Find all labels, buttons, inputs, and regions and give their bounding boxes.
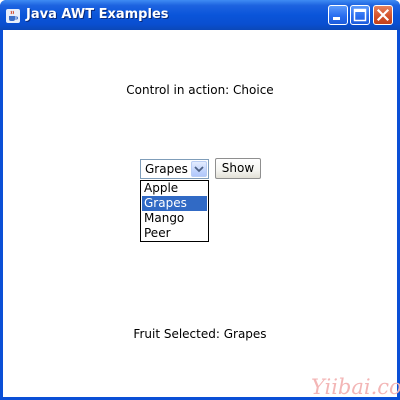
title-bar[interactable]: Java AWT Examples <box>0 0 400 30</box>
java-cup-icon[interactable] <box>6 8 20 23</box>
chevron-down-icon <box>194 166 204 173</box>
choice-selected-value: Grapes <box>145 162 188 176</box>
choice-option-apple[interactable]: Apple <box>142 181 207 196</box>
choice-dropdown-button[interactable] <box>191 161 207 177</box>
status-label: Fruit Selected: Grapes <box>133 327 267 341</box>
maximize-icon <box>353 8 367 22</box>
watermark: Yiibai.com <box>311 375 400 399</box>
client-area: Control in action: Choice Grapes Show Ap… <box>3 30 400 399</box>
fruit-choice[interactable]: Grapes <box>140 159 209 179</box>
header-label: Control in action: Choice <box>126 83 274 97</box>
choice-option-grapes[interactable]: Grapes <box>142 196 207 211</box>
window-title: Java AWT Examples <box>26 7 169 22</box>
minimize-button[interactable] <box>328 5 348 25</box>
choice-option-mango[interactable]: Mango <box>142 211 207 226</box>
choice-option-peer[interactable]: Peer <box>142 226 207 241</box>
minimize-icon <box>333 17 340 20</box>
choice-dropdown-list[interactable]: Apple Grapes Mango Peer <box>140 180 209 242</box>
show-button[interactable]: Show <box>215 158 261 179</box>
app-window: Java AWT Examples Control in action: Cho… <box>0 0 400 400</box>
maximize-button[interactable] <box>350 5 370 25</box>
close-button[interactable] <box>373 5 393 25</box>
close-icon <box>376 8 390 22</box>
